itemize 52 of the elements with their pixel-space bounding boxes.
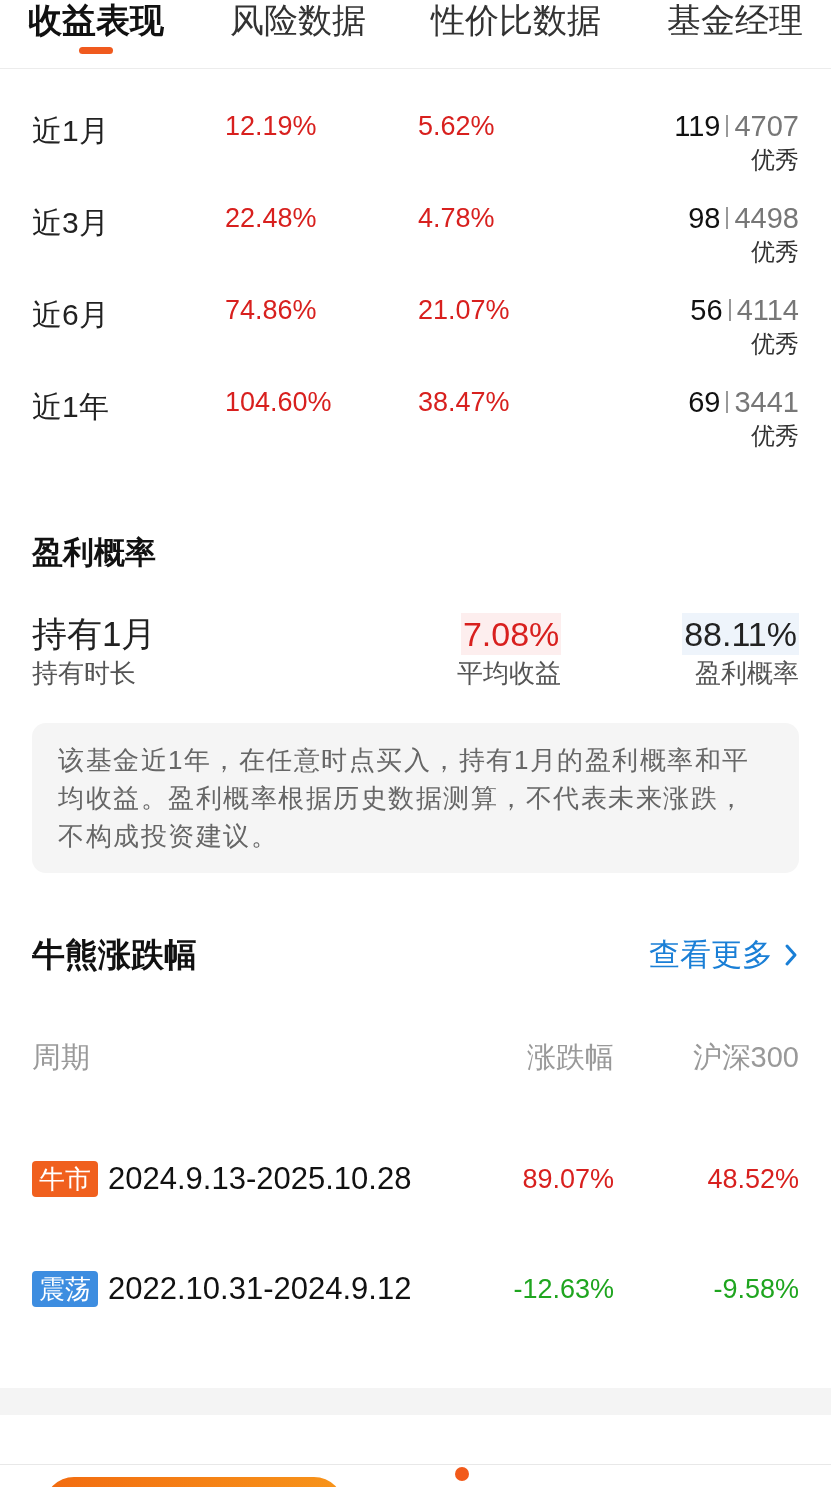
market-tag: 牛市 bbox=[32, 1161, 98, 1197]
change-value: -12.63% bbox=[512, 1273, 614, 1306]
date-range: 2022.10.31-2024.9.12 bbox=[108, 1270, 412, 1308]
return-value: 22.48% bbox=[225, 202, 318, 235]
rank-number: 119 bbox=[674, 109, 721, 143]
stat-value: 7.08% bbox=[460, 613, 562, 655]
period-label: 近1年 bbox=[32, 389, 110, 425]
note-text: 该基金近1年，在任意时点买入，持有1月的盈利概率和平均收益。盈利概率根据历史数据测算，不代表未来涨跌，不构成投资建议。 bbox=[32, 723, 799, 873]
period-label: 近3月 bbox=[32, 205, 110, 241]
date-range: 2024.9.13-2025.10.28 bbox=[108, 1160, 412, 1198]
period-label: 近1月 bbox=[32, 113, 110, 149]
stat-label: 盈利概率 bbox=[695, 657, 799, 690]
notification-dot-icon bbox=[454, 1466, 470, 1482]
rank-number: 98 bbox=[688, 201, 721, 235]
tab[interactable]: 性价比数据 bbox=[431, 0, 602, 40]
stat-label: 平均收益 bbox=[457, 657, 562, 690]
tab[interactable]: 收益表现 bbox=[28, 0, 164, 40]
return-value: 5.62% bbox=[418, 110, 496, 143]
column-header: 涨跌幅 bbox=[526, 1040, 614, 1075]
period-label: 近6月 bbox=[32, 297, 110, 333]
tab[interactable]: 风险数据 bbox=[229, 0, 366, 40]
rating-label: 优秀 bbox=[751, 237, 799, 267]
section-title: 盈利概率 bbox=[32, 534, 157, 572]
return-value: 21.07% bbox=[418, 294, 511, 327]
rating-label: 优秀 bbox=[751, 329, 799, 359]
rank-number: 69 bbox=[688, 385, 721, 419]
column-header: 沪深300 bbox=[691, 1040, 799, 1075]
rank-number: 56 bbox=[690, 293, 723, 327]
rating-label: 优秀 bbox=[751, 421, 799, 451]
return-value: 12.19% bbox=[225, 110, 318, 143]
section-title: 牛熊涨跌幅 bbox=[32, 935, 197, 975]
more-link[interactable]: 查看更多 bbox=[649, 933, 799, 977]
rating-label: 优秀 bbox=[751, 145, 799, 175]
change-value: 89.07% bbox=[521, 1163, 614, 1196]
rank-total: 4498 bbox=[734, 201, 799, 235]
rank-total: 3441 bbox=[734, 385, 799, 419]
stat-label: 持有时长 bbox=[32, 657, 136, 690]
column-header: 周期 bbox=[32, 1040, 91, 1075]
return-value: 104.60% bbox=[225, 386, 333, 419]
return-value: 74.86% bbox=[225, 294, 318, 327]
rank-total: 4114 bbox=[736, 293, 799, 327]
return-value: 4.78% bbox=[418, 202, 496, 235]
chevron-right-icon bbox=[783, 943, 799, 967]
tab[interactable]: 基金经理 bbox=[666, 0, 803, 40]
change-value: -9.58% bbox=[712, 1273, 799, 1306]
return-value: 38.47% bbox=[418, 386, 511, 419]
stat-value: 88.11% bbox=[682, 613, 799, 655]
tab-indicator bbox=[79, 47, 113, 54]
market-tag: 震荡 bbox=[32, 1271, 98, 1307]
change-value: 48.52% bbox=[706, 1163, 799, 1196]
rank-total: 4707 bbox=[734, 109, 799, 143]
stat-value: 持有1月 bbox=[32, 613, 157, 655]
